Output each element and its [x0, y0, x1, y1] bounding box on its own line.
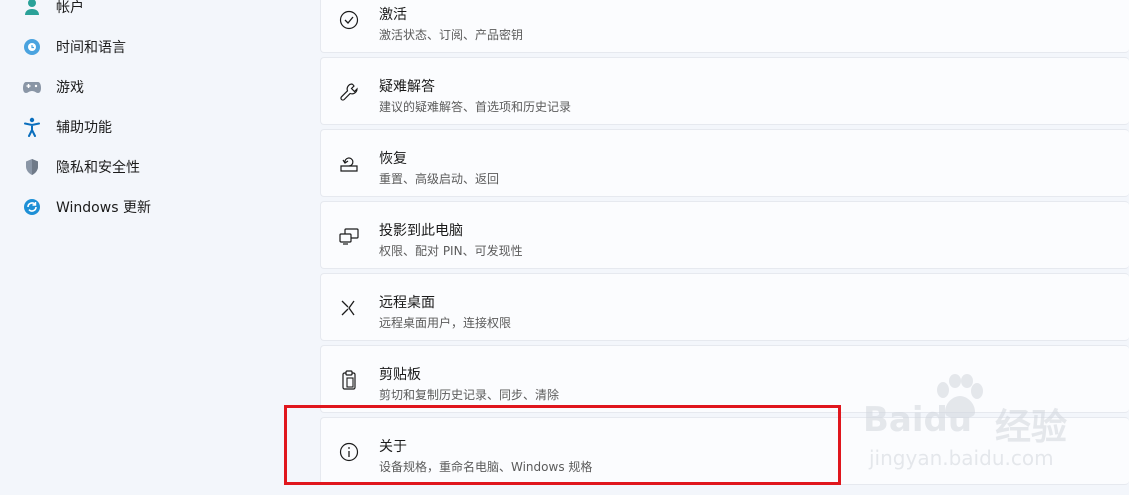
- card-title: 远程桌面: [379, 295, 435, 311]
- card-recovery[interactable]: 恢复 重置、高级启动、返回: [320, 129, 1129, 197]
- time-language-icon: [20, 35, 44, 59]
- sidebar-item-time-language[interactable]: 时间和语言: [20, 32, 126, 62]
- sidebar-item-accounts[interactable]: 帐户: [20, 0, 84, 22]
- sidebar-item-windows-update[interactable]: Windows 更新: [20, 192, 151, 222]
- sidebar-item-privacy[interactable]: 隐私和安全性: [20, 152, 140, 182]
- accessibility-icon: [20, 115, 44, 139]
- card-activation[interactable]: 激活 激活状态、订阅、产品密钥: [320, 0, 1129, 53]
- sidebar: 帐户 时间和语言 游戏 辅助功能 隐私和安全性 Windows 更新: [0, 0, 300, 495]
- projection-icon: [337, 224, 361, 248]
- card-projection[interactable]: 投影到此电脑 权限、配对 PIN、可发现性: [320, 201, 1129, 269]
- remote-desktop-icon: [337, 296, 361, 320]
- baidu-watermark: Baidu 经验 jingyan.baidu.com: [845, 372, 1125, 482]
- card-remote-desktop[interactable]: 远程桌面 远程桌面用户，连接权限: [320, 273, 1129, 341]
- card-title: 疑难解答: [379, 79, 435, 95]
- card-title: 投影到此电脑: [379, 223, 463, 239]
- card-title: 恢复: [379, 151, 407, 167]
- privacy-shield-icon: [20, 155, 44, 179]
- card-subtitle: 重置、高级启动、返回: [379, 172, 500, 186]
- sidebar-item-label: 时间和语言: [56, 40, 126, 56]
- card-title: 剪贴板: [379, 367, 421, 383]
- card-subtitle: 激活状态、订阅、产品密钥: [379, 28, 524, 42]
- watermark-url: jingyan.baidu.com: [869, 446, 1054, 470]
- gaming-icon: [20, 75, 44, 99]
- watermark-brand: Baidu: [863, 400, 973, 440]
- sidebar-item-label: 游戏: [56, 80, 84, 96]
- clipboard-icon: [337, 368, 361, 392]
- activation-check-icon: [337, 8, 361, 32]
- card-subtitle: 建议的疑难解答、首选项和历史记录: [379, 100, 572, 114]
- card-title: 激活: [379, 7, 407, 23]
- sidebar-item-accessibility[interactable]: 辅助功能: [20, 112, 112, 142]
- sidebar-item-gaming[interactable]: 游戏: [20, 72, 84, 102]
- sidebar-item-label: Windows 更新: [56, 200, 151, 216]
- card-subtitle: 剪切和复制历史记录、同步、清除: [379, 388, 560, 402]
- sidebar-item-label: 辅助功能: [56, 120, 112, 136]
- wrench-icon: [337, 80, 361, 104]
- sidebar-item-label: 隐私和安全性: [56, 160, 140, 176]
- card-subtitle: 权限、配对 PIN、可发现性: [379, 244, 523, 258]
- highlight-box: [284, 405, 841, 485]
- card-subtitle: 远程桌面用户，连接权限: [379, 316, 512, 330]
- card-troubleshoot[interactable]: 疑难解答 建议的疑难解答、首选项和历史记录: [320, 57, 1129, 125]
- recovery-icon: [337, 152, 361, 176]
- account-icon: [20, 0, 44, 19]
- sidebar-item-label: 帐户: [56, 0, 84, 16]
- windows-update-icon: [20, 195, 44, 219]
- watermark-cn: 经验: [995, 407, 1068, 448]
